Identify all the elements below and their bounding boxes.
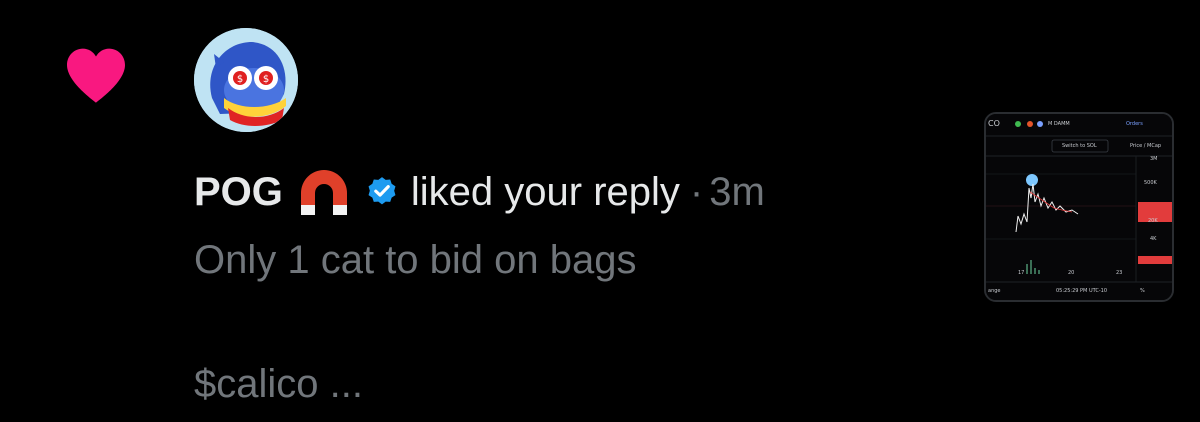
verified-badge-icon <box>368 177 396 205</box>
chart-graphic <box>986 114 1172 300</box>
action-text: liked your reply <box>410 169 680 214</box>
thumb-percent: % <box>1140 288 1145 294</box>
thumb-price-label: Price / MCap <box>1130 143 1162 149</box>
thumb-ticker: CO <box>988 119 1000 128</box>
svg-text:$: $ <box>237 74 243 85</box>
svg-text:$: $ <box>263 74 269 85</box>
notification-header: POG liked your reply · 3m <box>194 162 765 222</box>
thumb-xtick: 17 <box>1018 270 1025 276</box>
separator: · <box>689 169 704 214</box>
reply-text-continued: $calico ... <box>194 362 363 406</box>
thumb-orders: Orders <box>1126 121 1143 127</box>
magnet-icon <box>300 170 347 215</box>
heart-icon <box>67 48 125 103</box>
user-name[interactable]: POG <box>194 170 283 215</box>
reply-text: Only 1 cat to bid on bags <box>194 238 637 282</box>
thumb-ytick: 500K <box>1144 180 1157 186</box>
thumb-range: ange <box>988 288 1001 294</box>
thumb-timestamp: 05:25:29 PM UTC-10 <box>1056 288 1108 294</box>
media-thumbnail[interactable]: CO M DAMM Orders Switch to SOL Price / M… <box>984 112 1174 302</box>
thumb-xtick: 20 <box>1068 270 1075 276</box>
timestamp: 3m <box>709 169 765 214</box>
avatar[interactable]: $ $ <box>194 28 298 132</box>
thumb-xtick: 23 <box>1116 270 1123 276</box>
thumb-ytick: 3M <box>1150 156 1158 162</box>
thumb-switch: Switch to SOL <box>1062 143 1097 149</box>
thumb-source: M DAMM <box>1048 121 1070 127</box>
thumb-ytick: 20K <box>1148 218 1158 224</box>
pepe-avatar-icon: $ $ <box>194 28 298 132</box>
thumb-ytick: 4K <box>1150 236 1157 242</box>
